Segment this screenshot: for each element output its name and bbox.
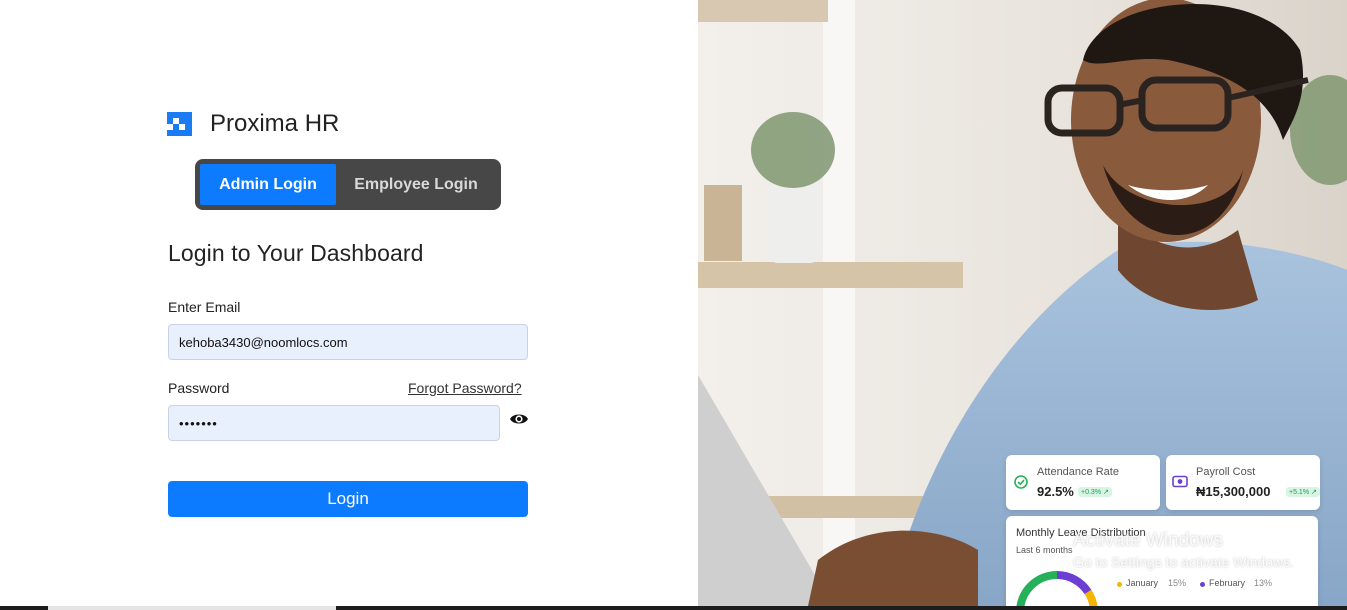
brand-name: Proxima HR xyxy=(210,110,340,137)
legend-dot-january xyxy=(1117,582,1122,587)
legend-january-label: January xyxy=(1126,578,1159,588)
tab-employee-login[interactable]: Employee Login xyxy=(336,164,496,205)
login-type-tabs: Admin Login Employee Login xyxy=(195,159,501,210)
check-circle-icon xyxy=(1014,475,1028,489)
taskbar-strip xyxy=(0,606,1347,610)
payroll-badge: +5.1% ↗ xyxy=(1286,487,1320,497)
attendance-value: 92.5% xyxy=(1037,484,1074,499)
payroll-value: ₦15,300,000 xyxy=(1196,484,1271,499)
leave-title: Monthly Leave Distribution xyxy=(1016,527,1146,539)
legend-february-value: 13% xyxy=(1254,578,1273,588)
tab-admin-login[interactable]: Admin Login xyxy=(200,164,336,205)
payroll-card: Payroll Cost ₦15,300,000 +5.1% ↗ xyxy=(1166,455,1320,510)
legend-february-label: February xyxy=(1209,578,1246,588)
leave-donut-chart xyxy=(1016,571,1098,606)
money-icon xyxy=(1172,475,1188,488)
email-field[interactable] xyxy=(168,324,528,360)
leave-subtitle: Last 6 months xyxy=(1016,545,1073,555)
email-label: Enter Email xyxy=(168,299,241,315)
login-panel: Proxima HR Admin Login Employee Login Lo… xyxy=(0,0,698,606)
leave-distribution-card: Monthly Leave Distribution Last 6 months… xyxy=(1006,516,1318,606)
attendance-title: Attendance Rate xyxy=(1037,466,1119,478)
password-field[interactable] xyxy=(168,405,500,441)
eye-icon[interactable] xyxy=(509,411,529,427)
attendance-badge: +0.3% ↗ xyxy=(1078,487,1112,497)
attendance-card: Attendance Rate 92.5% +0.3% ↗ xyxy=(1006,455,1160,510)
login-button[interactable]: Login xyxy=(168,481,528,517)
hero-image: Attendance Rate 92.5% +0.3% ↗ Payroll Co… xyxy=(698,0,1347,606)
payroll-title: Payroll Cost xyxy=(1196,466,1256,478)
brand: Proxima HR xyxy=(167,110,339,138)
password-label: Password xyxy=(168,380,230,396)
page-title: Login to Your Dashboard xyxy=(168,240,424,266)
brand-logo-icon xyxy=(167,112,192,136)
legend-january-value: 15% xyxy=(1168,578,1187,588)
legend-dot-february xyxy=(1200,582,1205,587)
forgot-password-link[interactable]: Forgot Password? xyxy=(408,380,522,396)
